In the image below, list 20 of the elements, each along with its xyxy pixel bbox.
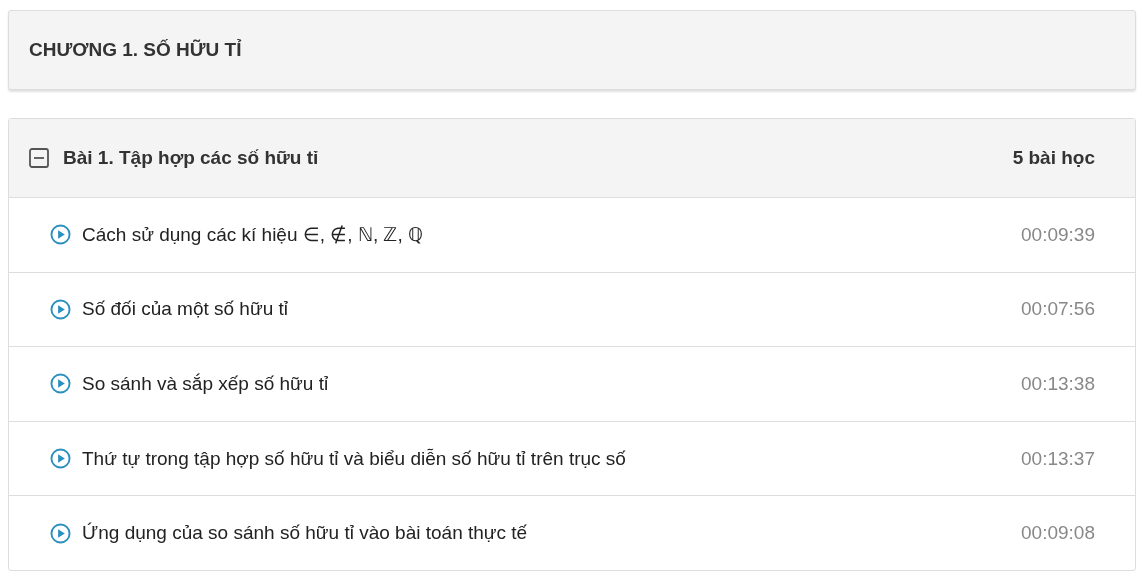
section-header[interactable]: Bài 1. Tập hợp các số hữu tỉ 5 bài học [9,119,1135,198]
lesson-link[interactable]: Số đối của một số hữu tỉ [82,298,1022,321]
chapter-title: CHƯƠNG 1. SỐ HỮU TỈ [29,39,242,61]
lesson-link[interactable]: So sánh và sắp xếp số hữu tỉ [82,373,1022,395]
lesson-count: 5 bài học [1012,147,1095,169]
play-icon[interactable] [50,298,71,320]
lesson-duration: 00:09:39 [1021,223,1095,246]
lesson-link[interactable]: Cách sử dụng các kí hiệu ∈, ∉, ℕ, ℤ, ℚ [82,223,1022,247]
lesson-duration: 00:13:37 [1021,447,1095,470]
lesson-duration: 00:13:38 [1021,373,1095,395]
play-icon[interactable] [50,448,71,470]
collapse-icon[interactable] [29,148,49,168]
play-icon[interactable] [50,373,71,395]
lesson-duration: 00:07:56 [1021,298,1095,321]
section-title: Bài 1. Tập hợp các số hữu tỉ [63,147,320,169]
lesson-link[interactable]: Thứ tự trong tập hợp số hữu tỉ và biểu diễn số hữu tỉ trên trục số [82,447,1022,470]
lesson-link[interactable]: Ứng dụng của so sánh số hữu tỉ vào bài toán thực tế [82,522,1022,545]
play-icon[interactable] [50,224,71,246]
play-icon[interactable] [50,522,71,544]
lesson-duration: 00:09:08 [1021,522,1095,545]
